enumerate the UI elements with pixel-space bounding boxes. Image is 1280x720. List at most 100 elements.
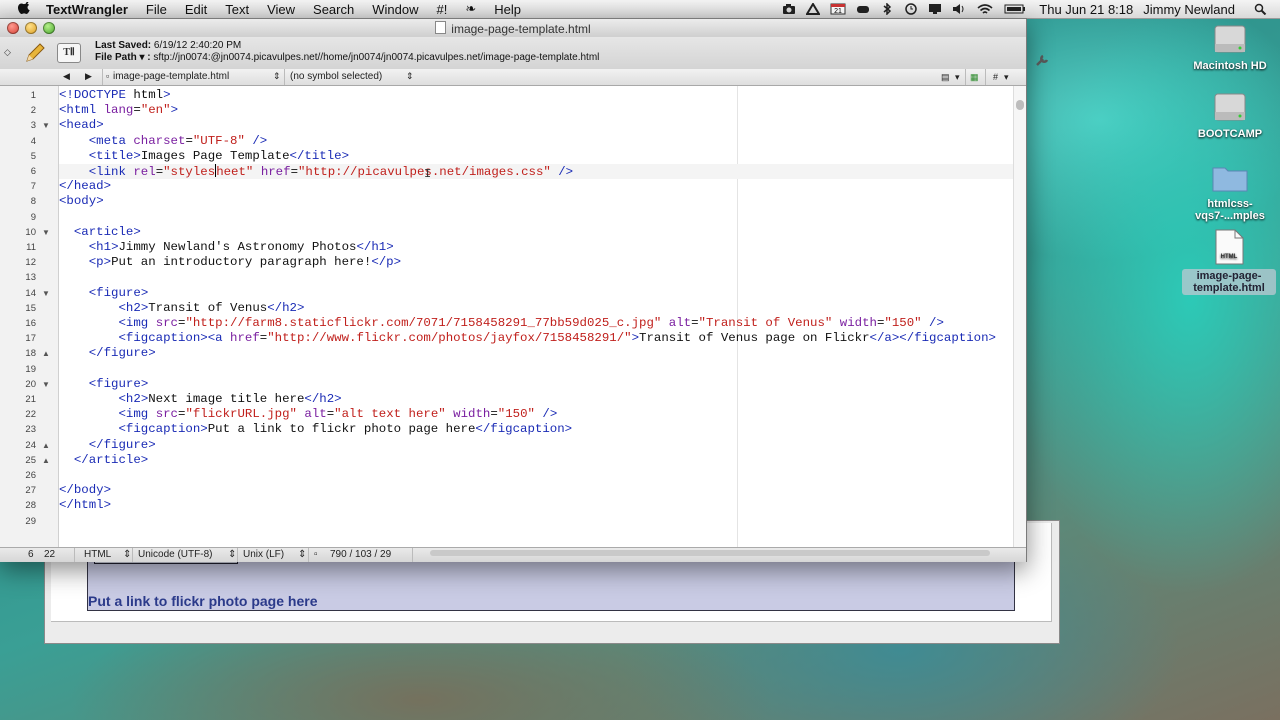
code-line[interactable]: </body>	[59, 483, 1013, 498]
forward-arrow-icon[interactable]: ▶	[85, 71, 92, 82]
code-line[interactable]: <!DOCTYPE html>	[59, 88, 1013, 103]
menu-edit[interactable]: Edit	[185, 2, 207, 17]
scroll-thumb[interactable]	[1016, 100, 1024, 110]
code-line[interactable]: <body>	[59, 194, 1013, 209]
battery-icon[interactable]	[1004, 3, 1026, 15]
wrench-icon[interactable]	[1034, 52, 1050, 68]
horizontal-scroll-thumb[interactable]	[430, 550, 990, 556]
code-line[interactable]: <figure>	[59, 377, 1013, 392]
file-path-label[interactable]: File Path ▾ :	[95, 52, 151, 63]
menu-file[interactable]: File	[146, 2, 167, 17]
fold-end-icon[interactable]: ▲	[42, 438, 52, 453]
line-number: 24	[25, 439, 36, 451]
code-line[interactable]: <html lang="en">	[59, 103, 1013, 118]
hard-drive-icon	[1214, 25, 1246, 53]
code-line[interactable]: <link rel="stylesheet" href="http://pica…	[59, 164, 1013, 179]
code-line[interactable]: <p>Put an introductory paragraph here!</…	[59, 255, 1013, 270]
code-line[interactable]: <title>Images Page Template</title>	[59, 149, 1013, 164]
code-line[interactable]	[59, 514, 1013, 529]
html-file-icon: HTML	[1215, 229, 1244, 265]
menu-view[interactable]: View	[267, 2, 295, 17]
symbol-popup[interactable]: (no symbol selected)	[290, 71, 382, 82]
code-line[interactable]: <article>	[59, 225, 1013, 240]
gamepad-icon[interactable]	[856, 3, 870, 15]
code-line[interactable]: </figure>	[59, 346, 1013, 361]
time-machine-icon[interactable]	[904, 3, 918, 15]
code-line[interactable]: <img src="http://farm8.staticflickr.com/…	[59, 316, 1013, 331]
line-number: 20	[25, 378, 36, 390]
fold-end-icon[interactable]: ▲	[42, 346, 52, 361]
chevron-down-icon[interactable]: ▾	[1004, 72, 1009, 83]
code-line[interactable]: </article>	[59, 453, 1013, 468]
code-editor[interactable]: <!DOCTYPE html> <html lang="en"> <head> <m…	[59, 86, 1013, 549]
code-line[interactable]: <head>	[59, 118, 1013, 133]
code-line[interactable]	[59, 362, 1013, 377]
pencil-icon[interactable]	[24, 42, 46, 64]
diamond-icon[interactable]: ◇	[4, 47, 11, 58]
file-popup[interactable]: image-page-template.html	[113, 71, 229, 82]
line-number: 21	[25, 394, 36, 405]
desktop-icon-image-page-template[interactable]: HTML image-page- template.html	[1182, 228, 1276, 295]
line-number: 3	[30, 120, 36, 132]
line-number: 17	[25, 333, 36, 345]
code-line[interactable]: <figure>	[59, 286, 1013, 301]
line-number: 16	[25, 318, 36, 329]
menu-bar: TextWrangler File Edit Text View Search …	[0, 0, 1280, 19]
code-line[interactable]: <img src="flickrURL.jpg" alt="alt text h…	[59, 407, 1013, 422]
desktop-icon-bootcamp[interactable]: BOOTCAMP	[1188, 90, 1272, 141]
code-line[interactable]	[59, 468, 1013, 483]
camera-icon[interactable]	[782, 3, 796, 15]
script-menu-icon[interactable]: ❧	[465, 1, 476, 17]
fold-end-icon[interactable]: ▲	[42, 453, 52, 468]
google-drive-icon[interactable]	[805, 2, 822, 15]
grid-icon[interactable]: ▦	[970, 72, 979, 83]
back-arrow-icon[interactable]: ◀	[63, 71, 70, 82]
volume-icon[interactable]	[952, 3, 966, 15]
chevron-down-icon[interactable]: ▾	[955, 72, 960, 83]
menu-shebang[interactable]: #!	[436, 2, 447, 17]
title-bar[interactable]: image-page-template.html	[0, 19, 1026, 37]
line-number: 22	[25, 409, 36, 421]
code-line[interactable]: </html>	[59, 498, 1013, 513]
bluetooth-icon[interactable]	[880, 2, 894, 16]
menu-text[interactable]: Text	[225, 2, 249, 17]
folder-icon	[1212, 167, 1248, 192]
menubar-clock[interactable]: Thu Jun 21 8:18	[1039, 2, 1133, 17]
menu-help[interactable]: Help	[494, 2, 521, 17]
status-bar: 6 22 HTML ⇕ Unicode (UTF-8) ⇕ Unix (LF) …	[0, 547, 1026, 562]
menu-search[interactable]: Search	[313, 2, 354, 17]
language-popup[interactable]: HTML	[84, 549, 111, 560]
code-line[interactable]: </head>	[59, 179, 1013, 194]
counterpart-popup[interactable]: #	[993, 72, 998, 82]
calendar-icon[interactable]: 21	[830, 3, 846, 15]
code-line[interactable]: <figcaption>Put a link to flickr photo p…	[59, 422, 1013, 437]
code-line[interactable]	[59, 270, 1013, 285]
menubar-user[interactable]: Jimmy Newland	[1143, 2, 1235, 17]
desktop-icon-htmlcss-folder[interactable]: htmlcss- vqs7-...mples	[1184, 160, 1276, 223]
desktop-icon-macintosh-hd[interactable]: Macintosh HD	[1188, 22, 1272, 73]
code-line[interactable]: <h1>Jimmy Newland's Astronomy Photos</h1…	[59, 240, 1013, 255]
code-line[interactable]: <h2>Transit of Venus</h2>	[59, 301, 1013, 316]
fold-triangle-icon[interactable]: ▼	[42, 286, 52, 301]
fold-triangle-icon[interactable]: ▼	[42, 377, 52, 392]
document-info-bar: ◇ TⅡ Last Saved: 6/19/12 2:40:20 PM File…	[0, 37, 1026, 70]
menu-window[interactable]: Window	[372, 2, 418, 17]
document-icon[interactable]: ▤	[941, 72, 950, 83]
fold-triangle-icon[interactable]: ▼	[42, 225, 52, 240]
fold-triangle-icon[interactable]: ▼	[42, 118, 52, 133]
text-options-button[interactable]: TⅡ	[57, 43, 81, 63]
desktop-icon-label: htmlcss- vqs7-...mples	[1195, 198, 1265, 222]
line-endings-popup[interactable]: Unix (LF)	[243, 549, 284, 560]
code-line[interactable]	[59, 210, 1013, 225]
apple-menu-icon[interactable]	[18, 2, 32, 16]
display-mirroring-icon[interactable]	[928, 3, 942, 15]
code-line[interactable]: </figure>	[59, 438, 1013, 453]
wifi-icon[interactable]	[976, 3, 994, 15]
spotlight-search-icon[interactable]	[1254, 3, 1268, 16]
menu-app-name[interactable]: TextWrangler	[46, 2, 128, 17]
code-line[interactable]: <h2>Next image title here</h2>	[59, 392, 1013, 407]
code-line[interactable]: <figcaption><a href="http://www.flickr.c…	[59, 331, 1013, 346]
encoding-popup[interactable]: Unicode (UTF-8)	[138, 549, 212, 560]
vertical-scrollbar[interactable]	[1013, 86, 1026, 549]
code-line[interactable]: <meta charset="UTF-8" />	[59, 134, 1013, 149]
